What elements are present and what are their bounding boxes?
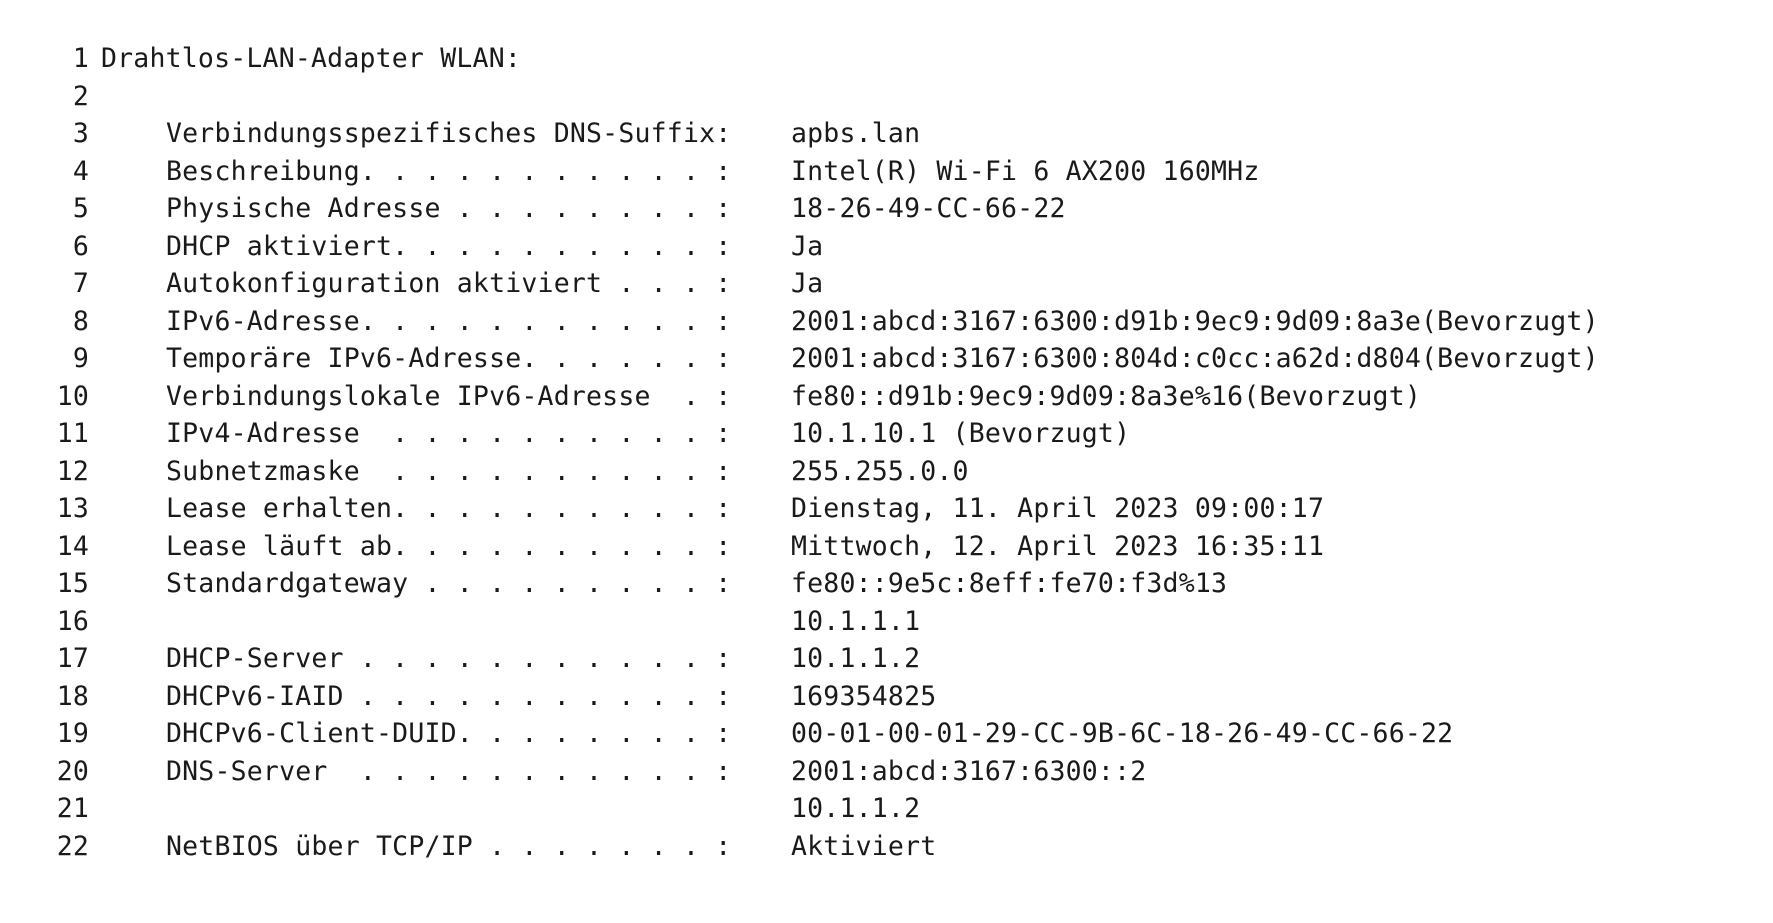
line-number: 2 [72, 80, 89, 112]
field-value: Intel(R) Wi-Fi 6 AX200 160MHz [791, 155, 1260, 187]
line-number: 14 [56, 530, 89, 562]
field-value: 10.1.1.2 [791, 793, 921, 824]
line-number: 21 [56, 793, 89, 824]
field-label: IPv6-Adresse. . . . . . . . . . . : [166, 305, 732, 337]
field-value: Ja [791, 230, 824, 262]
row-netbios: 22 NetBIOS über TCP/IP . . . . . . . : A… [55, 828, 1599, 866]
field-label: Subnetzmaske . . . . . . . . . . : [166, 455, 732, 487]
line-number: 7 [72, 268, 89, 299]
line-number: 1 [72, 43, 89, 74]
blank-line: 2 [55, 78, 1599, 116]
row-ipv6-address: 8 IPv6-Adresse. . . . . . . . . . . : 20… [55, 303, 1599, 341]
row-dns-server-continued: 21 10.1.1.2 [55, 790, 1599, 828]
line-number: 9 [72, 343, 89, 374]
row-physical-address: 5 Physische Adresse . . . . . . . . : 18… [55, 190, 1599, 228]
field-label: Autokonfiguration aktiviert . . . : [166, 268, 732, 299]
row-dns-server: 20 DNS-Server . . . . . . . . . . . : 20… [55, 753, 1599, 791]
line-number: 3 [72, 118, 89, 149]
row-lease-expires: 14 Lease läuft ab. . . . . . . . . . : M… [55, 528, 1599, 566]
field-value: apbs.lan [791, 118, 921, 149]
line-number: 11 [56, 418, 89, 449]
field-value: Mittwoch, 12. April 2023 16:35:11 [791, 530, 1325, 562]
field-value: 169354825 [791, 680, 937, 712]
line-number: 18 [56, 680, 89, 712]
row-default-gateway-continued: 16 10.1.1.1 [55, 603, 1599, 641]
field-value: Aktiviert [791, 830, 937, 862]
field-value: 10.1.1.1 [791, 605, 921, 637]
line-number: 12 [56, 455, 89, 487]
field-value: 2001:abcd:3167:6300::2 [791, 755, 1147, 787]
adapter-title: Drahtlos-LAN-Adapter WLAN: [101, 43, 522, 74]
field-label: Lease läuft ab. . . . . . . . . . : [166, 530, 732, 562]
row-dhcp-enabled: 6 DHCP aktiviert. . . . . . . . . . : Ja [55, 228, 1599, 266]
field-value: Ja [791, 268, 824, 299]
line-number: 15 [56, 568, 89, 599]
line-number: 22 [56, 830, 89, 862]
line-number: 4 [72, 155, 89, 187]
row-default-gateway: 15 Standardgateway . . . . . . . . . : f… [55, 565, 1599, 603]
row-dhcpv6-iaid: 18 DHCPv6-IAID . . . . . . . . . . . : 1… [55, 678, 1599, 716]
ipconfig-listing: 1 Drahtlos-LAN-Adapter WLAN: 2 3 Verbind… [55, 40, 1599, 865]
line-number: 19 [56, 718, 89, 749]
field-value: 2001:abcd:3167:6300:804d:c0cc:a62d:d804(… [791, 343, 1599, 374]
field-label: Beschreibung. . . . . . . . . . . : [166, 155, 732, 187]
field-label: DHCP aktiviert. . . . . . . . . . : [166, 230, 732, 262]
line-number: 8 [72, 305, 89, 337]
row-subnet-mask: 12 Subnetzmaske . . . . . . . . . . : 25… [55, 453, 1599, 491]
row-dhcp-server: 17 DHCP-Server . . . . . . . . . . . : 1… [55, 640, 1599, 678]
field-label: DHCPv6-IAID . . . . . . . . . . . : [166, 680, 732, 712]
field-label: NetBIOS über TCP/IP . . . . . . . : [166, 830, 732, 862]
field-label: Temporäre IPv6-Adresse. . . . . . : [166, 343, 732, 374]
line-number: 5 [72, 193, 89, 224]
field-label: Lease erhalten. . . . . . . . . . : [166, 493, 732, 524]
row-temporary-ipv6: 9 Temporäre IPv6-Adresse. . . . . . : 20… [55, 340, 1599, 378]
scanned-page: 1 Drahtlos-LAN-Adapter WLAN: 2 3 Verbind… [0, 0, 1773, 923]
field-label: Standardgateway . . . . . . . . . : [166, 568, 732, 599]
field-value: fe80::d91b:9ec9:9d09:8a3e%16(Bevorzugt) [791, 380, 1422, 412]
row-description: 4 Beschreibung. . . . . . . . . . . : In… [55, 153, 1599, 191]
field-label: DNS-Server . . . . . . . . . . . : [166, 755, 732, 787]
row-dhcpv6-client-duid: 19 DHCPv6-Client-DUID. . . . . . . . : 0… [55, 715, 1599, 753]
field-label: DHCPv6-Client-DUID. . . . . . . . : [166, 718, 732, 749]
line-number: 20 [56, 755, 89, 787]
line-number: 17 [56, 643, 89, 674]
field-label: Verbindungslokale IPv6-Adresse . : [166, 380, 732, 412]
field-label: Verbindungsspezifisches DNS-Suffix: [166, 118, 732, 149]
row-dns-suffix: 3 Verbindungsspezifisches DNS-Suffix: ap… [55, 115, 1599, 153]
title-line: 1 Drahtlos-LAN-Adapter WLAN: [55, 40, 1599, 78]
row-ipv4-address: 11 IPv4-Adresse . . . . . . . . . . : 10… [55, 415, 1599, 453]
field-label [166, 603, 791, 641]
field-label: Physische Adresse . . . . . . . . : [166, 193, 732, 224]
line-number: 13 [56, 493, 89, 524]
field-value: 00-01-00-01-29-CC-9B-6C-18-26-49-CC-66-2… [791, 718, 1454, 749]
field-label: DHCP-Server . . . . . . . . . . . : [166, 643, 732, 674]
field-value: 18-26-49-CC-66-22 [791, 193, 1066, 224]
field-label [166, 790, 791, 828]
line-number: 16 [56, 605, 89, 637]
field-value: 2001:abcd:3167:6300:d91b:9ec9:9d09:8a3e(… [791, 305, 1599, 337]
field-value: Dienstag, 11. April 2023 09:00:17 [791, 493, 1325, 524]
row-autoconfig-enabled: 7 Autokonfiguration aktiviert . . . : Ja [55, 265, 1599, 303]
field-value: 10.1.10.1 (Bevorzugt) [791, 418, 1131, 449]
line-number: 6 [72, 230, 89, 262]
field-value: 10.1.1.2 [791, 643, 921, 674]
field-label: IPv4-Adresse . . . . . . . . . . : [166, 418, 732, 449]
line-number: 10 [56, 380, 89, 412]
field-value: 255.255.0.0 [791, 455, 969, 487]
row-lease-obtained: 13 Lease erhalten. . . . . . . . . . : D… [55, 490, 1599, 528]
row-link-local-ipv6: 10 Verbindungslokale IPv6-Adresse . : fe… [55, 378, 1599, 416]
field-value: fe80::9e5c:8eff:fe70:f3d%13 [791, 568, 1228, 599]
